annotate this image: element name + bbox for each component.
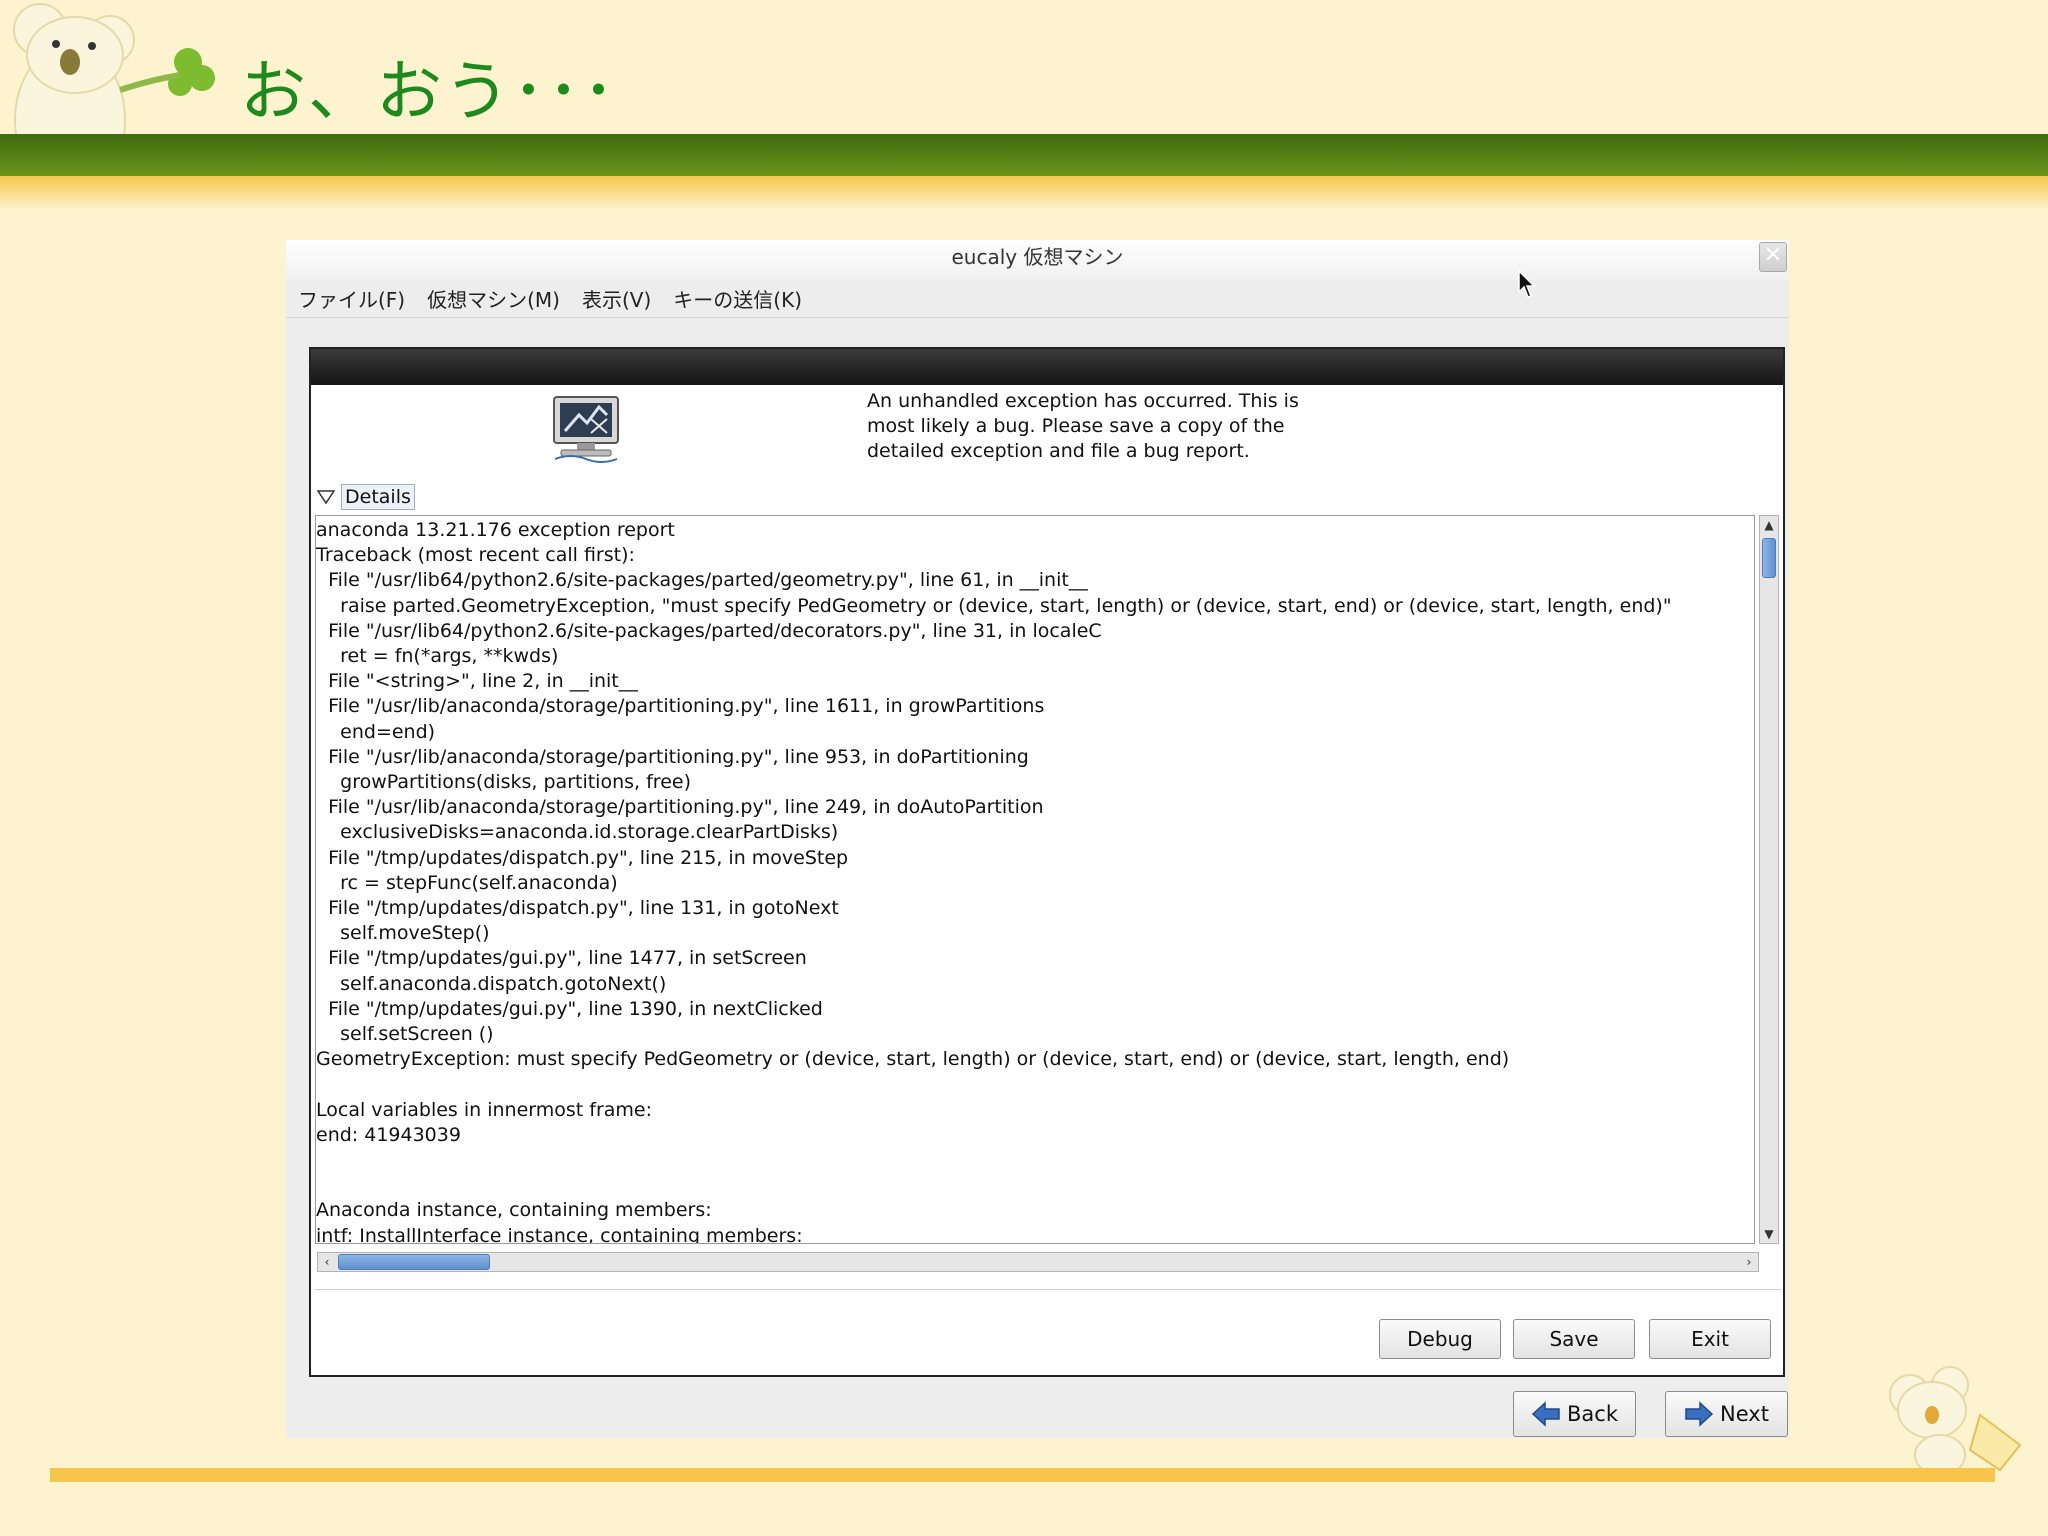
scroll-left-icon[interactable]: ‹ (318, 1253, 336, 1271)
exception-details-text: anaconda 13.21.176 exception report Trac… (316, 519, 1672, 1244)
menu-view[interactable]: 表示(V) (582, 284, 651, 313)
computer-crash-icon (553, 396, 619, 463)
scroll-up-icon[interactable]: ▲ (1760, 516, 1778, 534)
arrow-left-icon (1531, 1401, 1560, 1427)
koala-mascot-small-icon (1889, 1366, 2022, 1475)
exception-message: An unhandled exception has occurred. Thi… (867, 389, 1327, 464)
vm-window-title: eucaly 仮想マシン (951, 245, 1124, 269)
installer-topbar (311, 349, 1783, 385)
vertical-scrollbar[interactable]: ▲ ▼ (1759, 515, 1779, 1244)
horizontal-scrollbar[interactable]: ‹ › (317, 1252, 1759, 1272)
header-band-dark (0, 134, 2048, 176)
exception-message-text: An unhandled exception has occurred. Thi… (867, 390, 1299, 462)
menu-send-key[interactable]: キーの送信(K) (673, 284, 802, 313)
next-label: Next (1720, 1402, 1769, 1426)
debug-button[interactable]: Debug (1379, 1319, 1501, 1359)
mouse-pointer-icon (1518, 270, 1536, 298)
close-icon[interactable]: ✕ (1759, 242, 1787, 272)
scroll-down-icon[interactable]: ▼ (1760, 1225, 1778, 1243)
header-band-light (0, 176, 2048, 210)
menu-virtual-machine[interactable]: 仮想マシン(M) (427, 284, 560, 313)
triangle-down-icon (317, 490, 335, 504)
details-label: Details (341, 484, 415, 510)
back-button[interactable]: Back (1513, 1391, 1636, 1437)
menu-file[interactable]: ファイル(F) (298, 284, 405, 313)
slide-title: お、おう･･･ (240, 53, 617, 130)
vertical-scroll-thumb[interactable] (1762, 538, 1776, 578)
installer-screen: An unhandled exception has occurred. Thi… (309, 347, 1785, 1377)
save-button[interactable]: Save (1513, 1319, 1635, 1359)
next-button[interactable]: Next (1665, 1391, 1788, 1437)
vm-titlebar: eucaly 仮想マシン ✕ (286, 240, 1789, 280)
scroll-right-icon[interactable]: › (1740, 1253, 1758, 1271)
horizontal-scroll-thumb[interactable] (338, 1254, 490, 1270)
footer-band (50, 1468, 1995, 1482)
vm-menubar: ファイル(F) 仮想マシン(M) 表示(V) キーの送信(K) (286, 280, 1789, 318)
dialog-separator (315, 1289, 1781, 1290)
back-label: Back (1567, 1402, 1618, 1426)
arrow-right-icon (1685, 1401, 1714, 1427)
details-expander[interactable]: Details (317, 483, 415, 511)
exit-button[interactable]: Exit (1649, 1319, 1771, 1359)
exception-details-textview[interactable]: anaconda 13.21.176 exception report Trac… (315, 515, 1755, 1244)
